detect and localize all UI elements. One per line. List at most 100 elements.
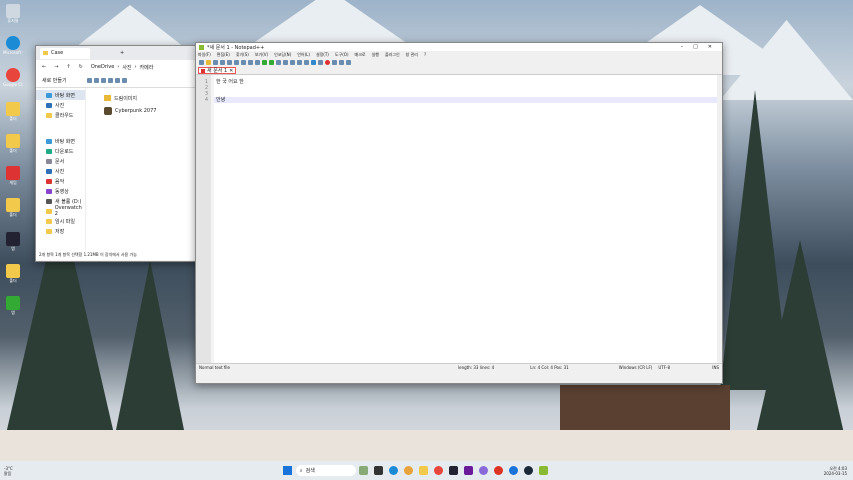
text-area[interactable]: 한 국 어요 한 안녕 [214,75,717,363]
browser-icon[interactable] [433,466,443,475]
undo-icon[interactable] [262,60,267,65]
menu-item[interactable]: 인코딩(N) [274,52,291,58]
desktop-icon[interactable]: 폴더 [3,198,23,218]
nav-item[interactable]: 저장 [36,226,85,236]
menu-item[interactable]: 도구(O) [335,52,349,58]
app-icon[interactable] [493,466,503,475]
toolbar [196,58,722,67]
paste-icon[interactable] [100,78,106,83]
replace-icon[interactable] [283,60,288,65]
file-explorer-icon[interactable] [418,466,428,475]
copy-icon[interactable] [248,60,253,65]
app-icon[interactable] [373,466,383,475]
chrome-icon[interactable] [403,466,413,475]
delete-icon[interactable] [121,78,127,83]
nav-item[interactable]: 사진 [36,166,85,176]
file-item[interactable]: 드림이미지 [104,92,199,104]
print-icon[interactable] [234,60,239,65]
edge-icon[interactable] [388,466,398,475]
menu-item[interactable]: 창 관리 [406,52,418,58]
zoom-in-icon[interactable] [290,60,295,65]
search-box[interactable]: ⌕ 검색 [295,465,356,476]
menu-item[interactable]: 보기(V) [255,52,268,58]
close-icon[interactable] [227,60,232,65]
app-icon[interactable] [478,466,488,475]
new-file-icon[interactable] [199,60,204,65]
cut-icon[interactable] [86,78,92,83]
tab-new-1[interactable]: 새 문서 1 ✕ [198,67,237,74]
taskview-icon[interactable] [358,466,368,475]
zoom-out-icon[interactable] [297,60,302,65]
find-icon[interactable] [276,60,281,65]
menu-item[interactable]: 언어(L) [297,52,310,58]
editor[interactable]: 1234 한 국 어요 한 안녕 [196,75,722,363]
save-macro-icon[interactable] [346,60,351,65]
tab-close-icon[interactable]: ✕ [229,68,233,74]
menu-item[interactable]: 찾기(S) [236,52,249,58]
indent-icon[interactable] [311,60,316,65]
rename-icon[interactable] [107,78,113,83]
nav-item[interactable]: 동영상 [36,186,85,196]
desktop-icon[interactable]: 앱 [3,232,23,252]
desktop-icon[interactable]: 폴더 [3,102,23,122]
window-controls[interactable]: –□✕ [681,44,722,50]
forward-icon[interactable]: → [54,64,58,70]
nav-item[interactable]: 다운로드 [36,146,85,156]
redo-icon[interactable] [269,60,274,65]
nav-item[interactable]: Overwatch 2 [36,205,85,217]
save-all-icon[interactable] [220,60,225,65]
steam-icon[interactable] [523,466,533,475]
start-button[interactable] [282,466,292,475]
nav-item[interactable]: 임시 파일 [36,216,85,226]
file-item[interactable]: Cyberpunk 2077 [104,104,199,118]
nav-item[interactable]: 음악 [36,176,85,186]
cut-icon[interactable] [241,60,246,65]
nav-item[interactable]: 클라우드 [36,110,85,120]
app-icon[interactable] [508,466,518,475]
new-tab-button[interactable]: + [120,50,124,56]
tab-case[interactable]: Case [40,47,90,59]
weather-widget[interactable]: -3°C 맑음 [0,466,13,476]
desktop-icon[interactable]: Google Chrome [3,68,23,87]
up-icon[interactable]: ↑ [66,64,70,70]
app-icon[interactable] [448,466,458,475]
desktop-icon[interactable]: 폴더 [3,264,23,284]
refresh-icon[interactable]: ↻ [79,64,83,70]
desktop-icon[interactable]: 폴더 [3,134,23,154]
back-icon[interactable]: ← [42,64,46,70]
menu-item[interactable]: 매크로 [355,52,366,58]
nav-item[interactable]: 바탕 화면 [36,136,85,146]
copy-icon[interactable] [93,78,99,83]
share-icon[interactable] [114,78,120,83]
open-icon[interactable] [206,60,211,65]
notepadpp-icon[interactable] [538,466,548,475]
record-macro-icon[interactable] [325,60,330,65]
menu-item[interactable]: 플러그인 [385,52,400,58]
nav-item[interactable]: 바탕 화면 [36,90,85,100]
menu-item[interactable]: 설정(T) [316,52,329,58]
menu-item[interactable]: 실행 [372,52,379,58]
breadcrumb-item[interactable]: 카메라 [140,64,154,71]
desktop-icon[interactable]: 게임 [3,166,23,186]
desktop-icon[interactable]: 휴지통 [3,4,23,24]
breadcrumb-item[interactable]: 사진 [122,64,131,71]
breadcrumb-item[interactable]: OneDrive [91,64,115,70]
play-macro-icon[interactable] [339,60,344,65]
wrap-icon[interactable] [304,60,309,65]
nav-item[interactable]: 사진 [36,100,85,110]
function-list-icon[interactable] [318,60,323,65]
app-icon[interactable] [463,466,473,475]
breadcrumb[interactable]: OneDrive › 사진 › 카메라 [91,64,154,71]
clock[interactable]: 오전 4:03 2024-03-15 [824,466,853,476]
stop-macro-icon[interactable] [332,60,337,65]
menu-item[interactable]: ? [424,52,426,57]
save-icon[interactable] [213,60,218,65]
desktop-icon[interactable]: Microsoft Edge [3,36,23,55]
menu-item[interactable]: 파일(F) [198,52,211,58]
new-button[interactable]: 새로 만들기 [42,77,67,84]
paste-icon[interactable] [255,60,260,65]
vertical-scrollbar[interactable] [717,75,722,363]
nav-item[interactable]: 문서 [36,156,85,166]
menu-item[interactable]: 편집(E) [217,52,230,58]
desktop-icon[interactable]: 앱 [3,296,23,316]
